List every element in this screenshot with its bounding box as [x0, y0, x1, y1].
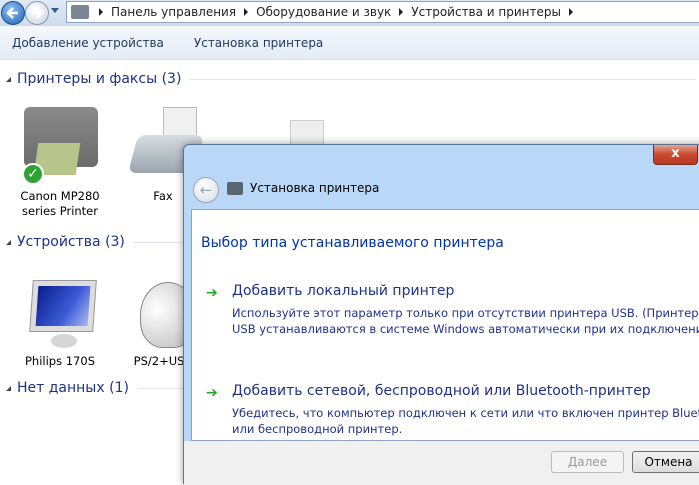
breadcrumb-control-panel[interactable]: Панель управления: [111, 5, 236, 19]
chevron-right-icon[interactable]: [568, 8, 573, 16]
forward-button[interactable]: [25, 1, 49, 25]
add-device-button[interactable]: Добавление устройства: [12, 36, 164, 50]
devices-printers-icon: [71, 5, 89, 19]
chevron-right-icon: [244, 8, 249, 16]
next-button[interactable]: Далее: [551, 451, 624, 473]
chevron-right-icon: [399, 8, 404, 16]
green-arrow-icon: ➔: [206, 385, 218, 401]
address-bar[interactable]: Панель управления Оборудование и звук Ус…: [66, 1, 699, 23]
navigation-bar: Панель управления Оборудование и звук Ус…: [0, 0, 699, 26]
printer-icon: [227, 182, 243, 195]
option-description: Убедитесь, что компьютер подключен к сет…: [232, 406, 699, 436]
printer-icon: ✓: [20, 105, 100, 185]
monitor-icon: [25, 278, 97, 350]
collapse-icon[interactable]: [6, 239, 11, 245]
arrow-left-icon: [6, 7, 18, 19]
back-button[interactable]: ←: [193, 177, 219, 203]
arrow-right-icon: [32, 7, 44, 19]
group-title: Устройства (3): [17, 234, 125, 250]
dialog-heading: Выбор типа устанавливаемого принтера: [201, 235, 504, 251]
option-title[interactable]: Добавить сетевой, беспроводной или Bluet…: [232, 383, 651, 399]
device-label: Canon MP280 series Printer: [20, 189, 100, 218]
divider: [189, 78, 696, 80]
option-description: Используйте этот параметр только при отс…: [232, 306, 699, 336]
add-printer-button[interactable]: Установка принтера: [194, 36, 323, 50]
collapse-icon[interactable]: [6, 385, 11, 391]
device-philips-monitor[interactable]: Philips 170S: [12, 278, 108, 369]
dialog-content: Выбор типа устанавливаемого принтера ➔ Д…: [191, 209, 699, 441]
green-arrow-icon: ➔: [206, 285, 218, 301]
add-printer-dialog: x ← Установка принтера Выбор типа устана…: [183, 144, 699, 485]
dialog-footer: Далее Отмена: [184, 441, 699, 485]
breadcrumb-devices-printers[interactable]: Устройства и принтеры: [411, 5, 561, 19]
chevron-right-icon: [99, 8, 103, 16]
dialog-title: Установка принтера: [250, 181, 380, 195]
group-title: Принтеры и факсы (3): [17, 71, 182, 87]
command-bar: Добавление устройства Установка принтера: [0, 26, 699, 60]
device-canon-printer[interactable]: ✓ Canon MP280 series Printer: [12, 105, 108, 219]
default-check-icon: ✓: [22, 163, 44, 185]
group-title: Нет данных (1): [17, 380, 129, 396]
collapse-icon[interactable]: [6, 76, 11, 82]
cancel-button[interactable]: Отмена: [632, 451, 699, 473]
recent-pages-dropdown[interactable]: [51, 8, 59, 13]
breadcrumb-hardware-sound[interactable]: Оборудование и звук: [256, 5, 391, 19]
device-label: Fax: [153, 189, 173, 203]
back-button[interactable]: [1, 1, 25, 25]
close-button[interactable]: x: [653, 145, 698, 165]
option-title[interactable]: Добавить локальный принтер: [232, 283, 454, 299]
device-label: Philips 170S: [24, 354, 95, 368]
group-printers-faxes[interactable]: Принтеры и факсы (3): [6, 71, 696, 87]
